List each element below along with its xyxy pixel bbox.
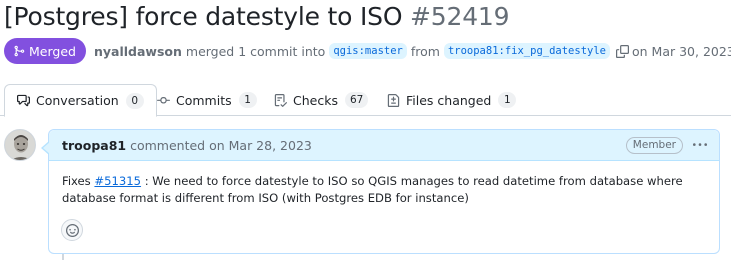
pr-number: #52419 [410,2,510,31]
tab-label: Files changed [406,92,492,108]
role-badge: Member [625,136,683,154]
issue-link[interactable]: #51315 [94,174,141,188]
from-text: from [410,43,440,59]
checklist-icon [274,93,287,107]
merger-link[interactable]: nyalldawson [94,44,182,59]
comment-box: troopa81 commented on Mar 28, 2023 Membe… [41,129,720,254]
body-text: : We need to force datestyle to ISO so Q… [62,174,683,205]
merge-date: on Mar 30, 2023 [632,43,731,59]
merged-text: merged 1 commit into [185,43,326,59]
file-diff-icon [387,93,400,107]
head-branch[interactable]: troopa81:fix_pg_datestyle [443,43,610,59]
body-prefix: Fixes [62,174,95,188]
smiley-icon [65,223,79,237]
pr-title-text: [Postgres] force datestyle to ISO [4,2,403,31]
comment-discussion-icon [17,94,30,107]
tab-commits[interactable]: Commits 1 [157,84,257,116]
tab-label: Commits [176,92,232,108]
tab-label: Checks [293,92,338,108]
tab-conversation[interactable]: Conversation 0 [4,84,157,117]
tab-counter: 0 [125,92,144,109]
comment-author[interactable]: troopa81 [62,138,126,153]
state-badge: Merged [4,38,86,64]
kebab-icon[interactable] [693,138,707,152]
avatar[interactable] [4,129,36,161]
comment-action[interactable]: commented on Mar 28, 2023 [130,138,312,153]
comment-header: troopa81 commented on Mar 28, 2023 Membe… [49,130,719,161]
tab-counter: 1 [238,92,257,108]
git-merge-icon [14,45,25,57]
add-reaction-button[interactable] [61,219,83,241]
tab-label: Conversation [36,93,119,108]
pr-tabs: Conversation 0 Commits 1 Checks 67 Files… [0,84,731,117]
tab-counter: 1 [498,92,517,108]
git-commit-icon [157,94,170,107]
pr-meta: Merged nyalldawson merged 1 commit into … [4,38,731,64]
tab-checks[interactable]: Checks 67 [274,84,369,116]
base-branch[interactable]: qgis:master [329,43,407,59]
comment-body: Fixes #51315 : We need to force datestyl… [49,161,719,207]
tab-counter: 67 [344,92,369,108]
state-label: Merged [29,43,76,59]
pr-title: [Postgres] force datestyle to ISO #52419 [4,1,510,33]
copy-icon[interactable] [616,44,629,58]
tab-files-changed[interactable]: Files changed 1 [387,84,517,116]
